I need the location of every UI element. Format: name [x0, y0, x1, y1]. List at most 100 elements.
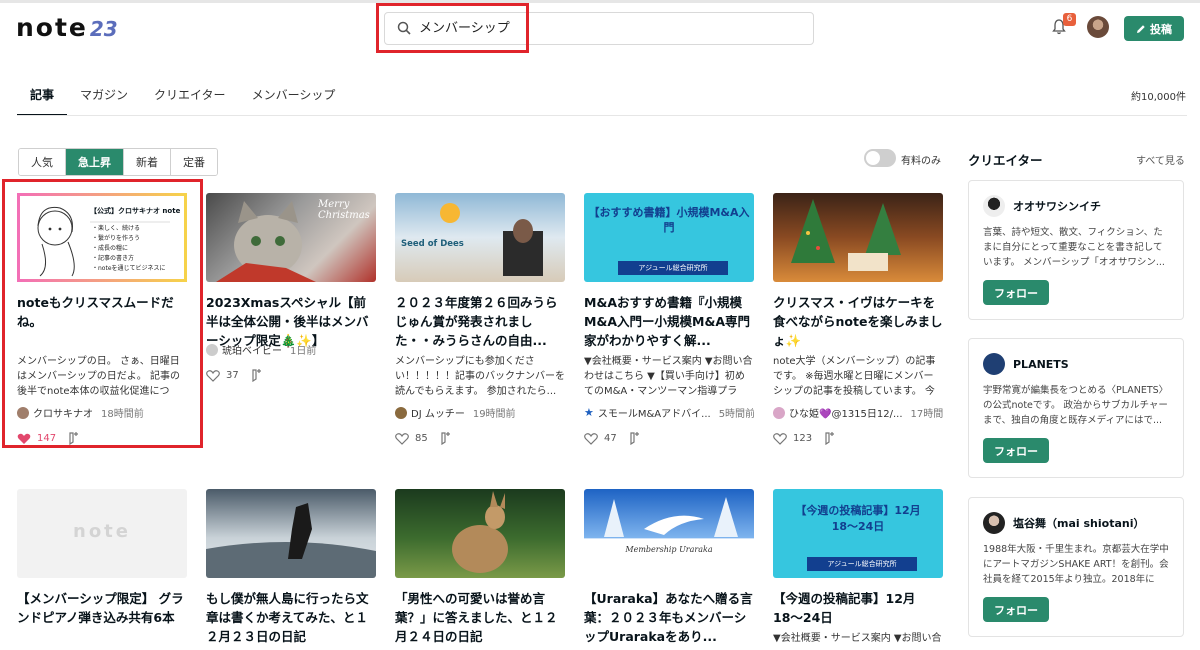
author-name: ひな姫💜@1315日12/... [789, 409, 903, 420]
article-title[interactable]: クリスマス・イヴはケーキを食べながらnoteを楽しみましょ✨ [773, 293, 943, 350]
author-avatar [395, 406, 407, 419]
article-thumbnail[interactable]: Membership Uraraka [584, 489, 754, 578]
bird-trees-icon [604, 497, 738, 537]
article-thumbnail[interactable]: 【今週の投稿記事】12月18〜24日 アジュール総合研究所 [773, 489, 943, 578]
follow-button[interactable]: フォロー [983, 280, 1049, 305]
article-card[interactable]: note 【メンバーシップ限定】 グランドピアノ弾き込み共有6本 [17, 489, 187, 646]
author-name: DJ ムッチー [411, 409, 465, 420]
magazine-add-icon[interactable] [440, 432, 454, 445]
article-author[interactable]: 琥珀ベイビー 1日前 [206, 342, 376, 357]
sort-classic[interactable]: 定番 [171, 149, 217, 175]
tab-magazines[interactable]: マガジン [67, 80, 141, 116]
creator-card[interactable]: 塩谷舞（mai shiotani） 1988年大阪・千里生まれ。京都芸大在学中に… [968, 497, 1184, 637]
article-title[interactable]: 【メンバーシップ限定】 グランドピアノ弾き込み共有6本 [17, 589, 187, 646]
thumb-title: Membership Uraraka [625, 545, 713, 554]
follow-button[interactable]: フォロー [983, 438, 1049, 463]
creator-name[interactable]: オオサワシンイチ [1013, 198, 1101, 214]
heart-icon[interactable] [773, 432, 787, 445]
article-title[interactable]: M&Aおすすめ書籍『小規模M&A入門ー小規模M&A専門家がわかりやすく解... [584, 293, 754, 350]
creator-avatar[interactable] [983, 353, 1005, 375]
tab-articles[interactable]: 記事 [17, 80, 68, 116]
christmas-tree-icon [791, 199, 901, 271]
sort-popular[interactable]: 人気 [19, 149, 66, 175]
sort-new[interactable]: 新着 [124, 149, 171, 175]
article-card[interactable]: Merry Christmas 2023Xmasスペシャル【前半は全体公開・後半… [206, 193, 376, 382]
article-card[interactable]: 【今週の投稿記事】12月18〜24日 アジュール総合研究所 【今週の投稿記事】1… [773, 489, 943, 646]
paid-only-label: 有料のみ [901, 156, 941, 167]
paid-only-toggle[interactable] [864, 149, 896, 167]
post-time: 1日前 [290, 346, 317, 357]
article-thumbnail[interactable] [206, 489, 376, 578]
thumb-banner: アジュール総合研究所 [807, 557, 917, 571]
magazine-add-icon[interactable] [824, 432, 838, 445]
magazine-add-icon[interactable] [629, 432, 643, 445]
search-highlight-box [376, 3, 529, 53]
creator-name[interactable]: PLANETS [1013, 358, 1069, 371]
article-card[interactable]: 【おすすめ書籍】小規模M&A入門 アジュール総合研究所 M&Aおすすめ書籍『小規… [584, 193, 754, 445]
card-highlight-box [2, 179, 203, 448]
heart-icon[interactable] [395, 432, 409, 445]
article-card[interactable]: もし僕が無人島に行ったら文章は書くか考えてみた、と１２月２３日の日記 [206, 489, 376, 646]
article-card[interactable]: Membership Uraraka 【Uraraka】あなたへ贈る言葉：２０２… [584, 489, 754, 646]
sort-selector: 人気 急上昇 新着 定番 [18, 148, 218, 176]
post-time: 5時間前 [718, 409, 754, 420]
heart-icon[interactable] [584, 432, 598, 445]
sidebar-title: クリエイター [968, 153, 1043, 168]
like-count: 123 [793, 433, 813, 444]
tab-creators[interactable]: クリエイター [141, 80, 239, 116]
article-title[interactable]: 【今週の投稿記事】12月18〜24日 [773, 589, 943, 627]
silhouette-image-icon [206, 503, 376, 578]
creator-card[interactable]: オオサワシンイチ 言葉、詩や短文、散文、フィクション、たまに自分にとって重要なこ… [968, 180, 1184, 320]
thumb-title: Seed of Dees [401, 239, 464, 249]
creator-card[interactable]: PLANETS 宇野常寛が編集長をつとめる〈PLANETS〉の公式noteです。… [968, 338, 1184, 478]
notification-badge: 6 [1063, 13, 1076, 26]
article-thumbnail[interactable]: Merry Christmas [206, 193, 376, 282]
post-label: 投稿 [1150, 23, 1172, 36]
article-title[interactable]: 「男性への可愛いは誉め言葉？」に答えました、と１２月２４日の日記 [395, 589, 565, 646]
article-thumbnail[interactable] [773, 193, 943, 282]
kangaroo-image-icon [452, 491, 508, 573]
thumb-banner: アジュール総合研究所 [618, 261, 728, 275]
user-avatar[interactable] [1087, 16, 1109, 38]
creator-avatar[interactable] [983, 512, 1005, 534]
heart-icon[interactable] [206, 369, 220, 382]
article-card[interactable]: 「男性への可愛いは誉め言葉？」に答えました、と１２月２４日の日記 [395, 489, 565, 646]
article-thumbnail[interactable] [395, 489, 565, 578]
thumb-title: 【おすすめ書籍】小規模M&A入門 [588, 206, 750, 234]
creator-avatar[interactable] [983, 195, 1005, 217]
post-button[interactable]: 投稿 [1124, 16, 1184, 41]
article-excerpt: ▼会社概要・サービス案内 ▼お問い合わせはこちら ▼【買い手向け】初めてのM&A… [584, 356, 753, 397]
thumb-logo: note [73, 521, 131, 542]
article-thumbnail[interactable]: note [17, 489, 187, 578]
article-author[interactable]: ★ スモールM&Aアドバイ... 5時間前 [584, 405, 754, 420]
sort-trending[interactable]: 急上昇 [66, 149, 124, 175]
article-actions: 37 [206, 369, 376, 382]
article-card[interactable]: Seed of Dees ２０２３年度第２６回みうらじゅん賞が発表されました・・… [395, 193, 565, 445]
article-author[interactable]: DJ ムッチー 19時間前 [395, 405, 565, 420]
tab-memberships[interactable]: メンバーシップ [239, 80, 349, 116]
creator-bio: 宇野常寛が編集長をつとめる〈PLANETS〉の公式noteです。 政治からサブカ… [983, 385, 1169, 426]
search-tabs: 記事 マガジン クリエイター メンバーシップ [17, 80, 348, 116]
magazine-add-icon[interactable] [251, 369, 265, 382]
article-author[interactable]: ひな姫💜@1315日12/... 17時間前 [773, 405, 943, 420]
creator-name[interactable]: 塩谷舞（mai shiotani） [1013, 515, 1144, 531]
star-icon: ★ [584, 406, 594, 419]
article-title[interactable]: もし僕が無人島に行ったら文章は書くか考えてみた、と１２月２３日の日記 [206, 589, 376, 646]
follow-button[interactable]: フォロー [983, 597, 1049, 622]
article-thumbnail[interactable]: Seed of Dees [395, 193, 565, 282]
article-actions: 47 [584, 432, 754, 445]
note-logo[interactable]: note 23 [16, 13, 118, 42]
tabs-divider [17, 115, 1187, 116]
article-thumbnail[interactable]: 【おすすめ書籍】小規模M&A入門 アジュール総合研究所 [584, 193, 754, 282]
like-count: 37 [226, 370, 239, 381]
like-count: 85 [415, 433, 428, 444]
sun-image-icon [440, 203, 543, 276]
see-all-link[interactable]: すべて見る [1136, 152, 1185, 167]
article-card[interactable]: クリスマス・イヴはケーキを食べながらnoteを楽しみましょ✨ note大学（メン… [773, 193, 943, 445]
article-excerpt: メンバーシップにも参加ください！！！！！記事のバックナンバーを読んでもらえます。… [395, 356, 565, 397]
article-title[interactable]: 【Uraraka】あなたへ贈る言葉：２０２３年もメンバーシップUrarakaをあ… [584, 589, 754, 646]
article-actions: 85 [395, 432, 565, 445]
article-title[interactable]: ２０２３年度第２６回みうらじゅん賞が発表されました・・みうらさんの自由... [395, 293, 565, 350]
thumb-title: 【今週の投稿記事】12月18〜24日 [795, 504, 921, 533]
article-actions: 123 [773, 432, 943, 445]
